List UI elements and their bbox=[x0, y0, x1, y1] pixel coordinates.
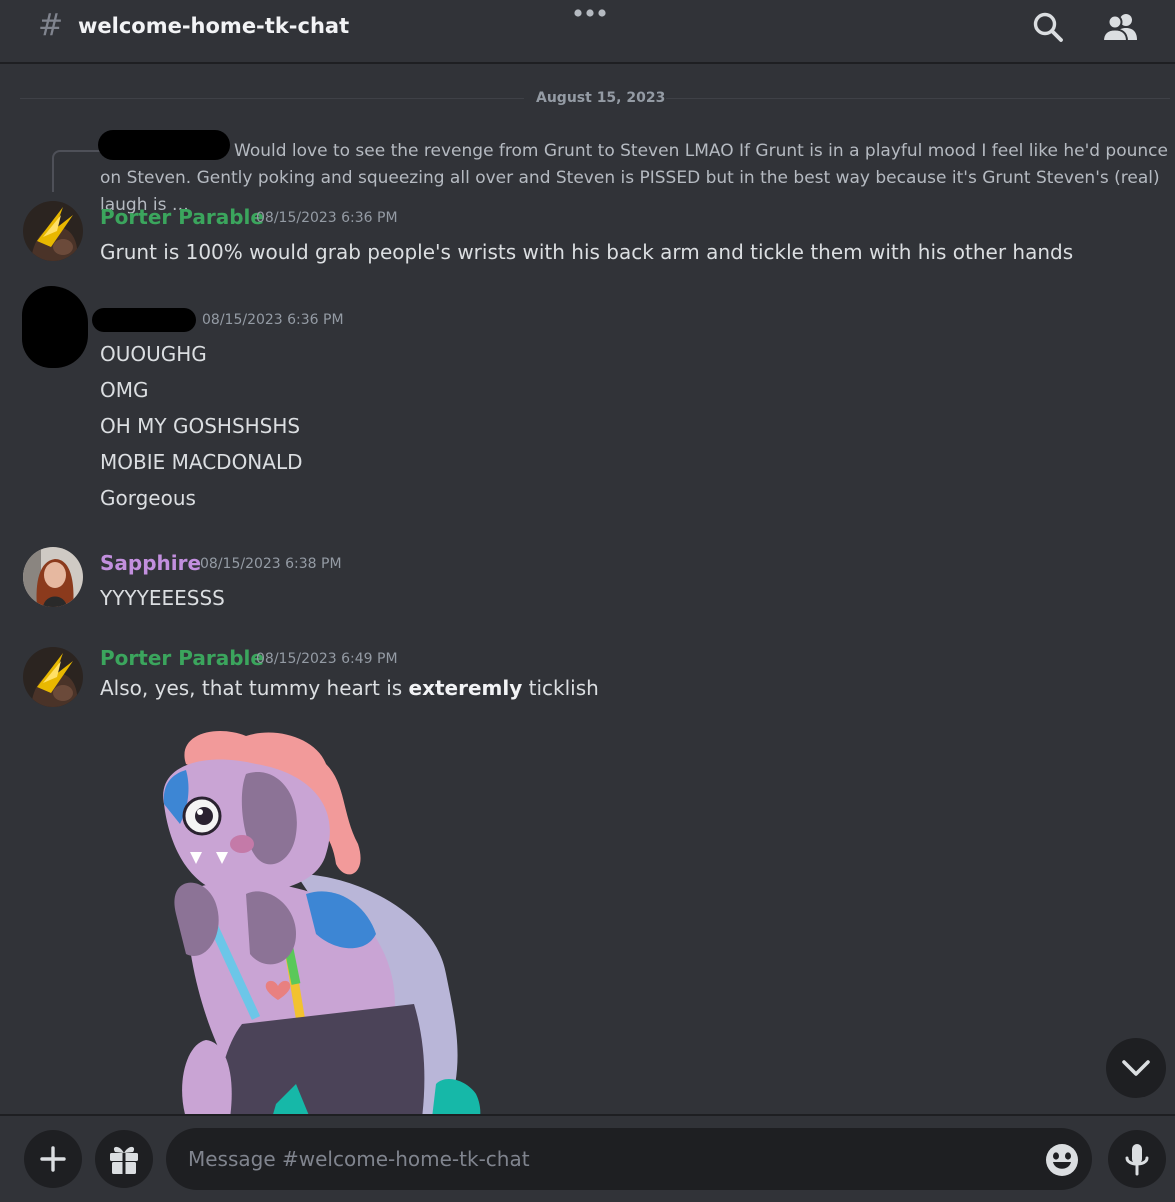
message-text: Grunt is 100% would grab people's wrists… bbox=[100, 240, 1074, 264]
message-input[interactable] bbox=[166, 1128, 1092, 1190]
author-name[interactable]: Porter Parable bbox=[100, 645, 264, 671]
message-timestamp: 08/15/2023 6:38 PM bbox=[200, 556, 342, 572]
message-text: YYYYEEESSS bbox=[100, 586, 225, 610]
gift-icon bbox=[110, 1146, 138, 1174]
message-timestamp: 08/15/2023 6:49 PM bbox=[256, 651, 398, 667]
reply-connector bbox=[52, 150, 102, 192]
date-divider: August 15, 2023 bbox=[20, 88, 1170, 108]
jump-to-present-button[interactable] bbox=[1106, 1038, 1166, 1098]
message-text: OMG bbox=[100, 378, 149, 402]
avatar[interactable] bbox=[23, 547, 83, 607]
divider-line bbox=[20, 98, 524, 99]
chevron-down-icon bbox=[1122, 1060, 1150, 1076]
voice-message-button[interactable] bbox=[1108, 1130, 1166, 1188]
message-timestamp: 08/15/2023 6:36 PM bbox=[202, 312, 344, 328]
attach-button[interactable] bbox=[24, 1130, 82, 1188]
avatar[interactable] bbox=[23, 647, 83, 707]
message-text: Also, yes, that tummy heart is exteremly… bbox=[100, 676, 599, 700]
message-text: OUOUGHG bbox=[100, 342, 207, 366]
channel-header: # welcome-home-tk-chat bbox=[0, 0, 1175, 64]
redacted-username[interactable] bbox=[92, 308, 196, 332]
microphone-icon bbox=[1125, 1144, 1149, 1176]
gift-button[interactable] bbox=[95, 1130, 153, 1188]
avatar[interactable] bbox=[23, 201, 83, 261]
divider-line bbox=[666, 98, 1170, 99]
message-text: OH MY GOSHSHSHS bbox=[100, 414, 301, 438]
message-list[interactable]: August 15, 2023 Would love to see the re… bbox=[6, 64, 1175, 1114]
message-text: MOBIE MACDONALD bbox=[100, 450, 303, 474]
avatar[interactable] bbox=[22, 286, 88, 368]
artwork-image[interactable] bbox=[146, 724, 506, 1114]
channel-title: welcome-home-tk-chat bbox=[78, 14, 350, 38]
message-text: Gorgeous bbox=[100, 486, 196, 510]
hash-icon: # bbox=[38, 8, 64, 43]
search-icon[interactable] bbox=[1031, 10, 1065, 44]
message-timestamp: 08/15/2023 6:36 PM bbox=[256, 210, 398, 226]
author-name[interactable]: Sapphire bbox=[100, 550, 201, 576]
author-name[interactable]: Porter Parable bbox=[100, 204, 264, 230]
plus-icon bbox=[40, 1146, 66, 1172]
more-dots-icon[interactable] bbox=[572, 6, 608, 20]
emoji-icon[interactable] bbox=[1044, 1142, 1080, 1178]
message-composer bbox=[0, 1114, 1175, 1202]
date-label: August 15, 2023 bbox=[536, 90, 666, 106]
members-icon[interactable] bbox=[1100, 10, 1140, 44]
